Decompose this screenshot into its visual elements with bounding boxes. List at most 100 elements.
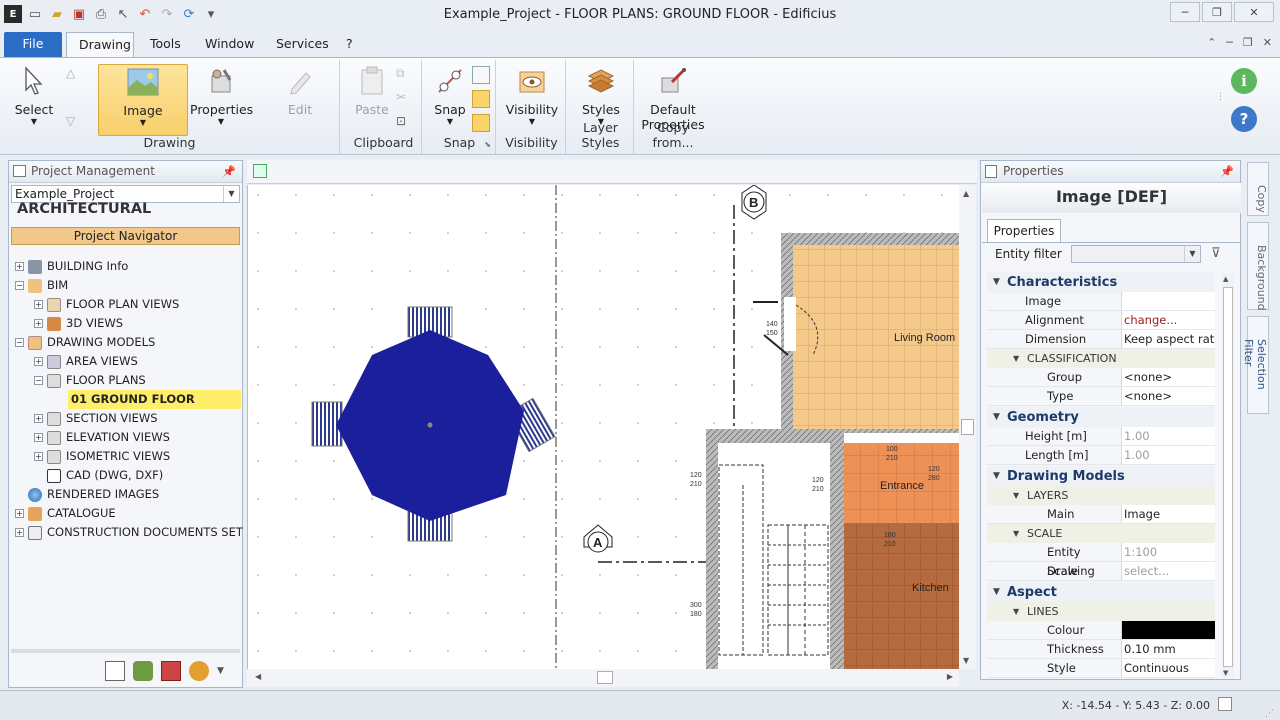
section-marker-b[interactable]: B bbox=[741, 184, 767, 220]
tab-tools[interactable]: Tools bbox=[138, 32, 193, 58]
properties-dropdown-icon[interactable]: ▼ bbox=[190, 117, 252, 126]
prop-main[interactable]: Main Image bbox=[987, 505, 1215, 524]
collapse-icon[interactable]: − bbox=[34, 376, 43, 385]
drawing-canvas[interactable]: Living Room Entrance Kitchen 140 150 120… bbox=[247, 184, 960, 669]
cad-tool-icon[interactable] bbox=[105, 661, 125, 681]
resize-grip-icon[interactable]: ⋰ bbox=[1265, 709, 1274, 719]
visibility-button[interactable]: Visibility ▼ bbox=[504, 64, 560, 126]
subcategory-lines[interactable]: ▼ LINES bbox=[987, 602, 1215, 621]
expand-icon[interactable]: + bbox=[34, 357, 43, 366]
tree-tool-icon[interactable] bbox=[133, 661, 153, 681]
visibility-dropdown-icon[interactable]: ▼ bbox=[504, 117, 560, 126]
scroll-up-icon[interactable]: ▲ bbox=[1223, 275, 1228, 283]
tab-drawing[interactable]: Drawing bbox=[66, 32, 134, 58]
prop-length[interactable]: Length [m] 1.00 bbox=[987, 446, 1215, 465]
prop-entity-drawing[interactable]: Entity Drawing 1:100 bbox=[987, 543, 1215, 578]
tree-item-isometric-views[interactable]: + ISOMETRIC VIEWS bbox=[34, 447, 170, 466]
tab-help[interactable]: ? bbox=[334, 32, 365, 58]
prop-colour[interactable]: Colour bbox=[987, 621, 1215, 640]
snap-button[interactable]: Snap ▼ bbox=[428, 64, 472, 126]
tree-item-bim[interactable]: − BIM bbox=[15, 276, 68, 295]
image-dropdown-icon[interactable]: ▼ bbox=[99, 118, 187, 127]
tree-item-3d-views[interactable]: + 3D VIEWS bbox=[34, 314, 123, 333]
image-button[interactable]: Image ▼ bbox=[98, 64, 188, 136]
paste-button[interactable]: Paste bbox=[350, 64, 394, 117]
doc-minimize-icon[interactable]: ─ bbox=[1226, 36, 1233, 49]
help-icon[interactable]: ? bbox=[1231, 106, 1257, 132]
subcategory-layers[interactable]: ▼ LAYERS bbox=[987, 486, 1215, 505]
expand-icon[interactable]: + bbox=[15, 262, 24, 271]
expand-icon[interactable]: + bbox=[34, 452, 43, 461]
tree-item-floor-plans[interactable]: − FLOOR PLANS bbox=[34, 371, 146, 390]
edit-button[interactable]: Edit bbox=[272, 64, 328, 117]
tree-item-ground-floor[interactable]: 01 GROUND FLOOR bbox=[68, 390, 241, 409]
chevron-down-icon[interactable]: ▼ bbox=[223, 186, 239, 202]
prop-type[interactable]: Type <none> bbox=[987, 387, 1215, 406]
info-icon[interactable]: i bbox=[1231, 68, 1257, 94]
prop-image[interactable]: Image bbox=[987, 292, 1215, 311]
arrow-up-icon[interactable]: △ bbox=[66, 66, 84, 84]
tab-services[interactable]: Services bbox=[264, 32, 341, 58]
expand-icon[interactable]: + bbox=[15, 509, 24, 518]
snap-options-icon[interactable]: ⬊ bbox=[484, 140, 491, 149]
scroll-up-icon[interactable]: ▲ bbox=[963, 189, 969, 198]
category-geometry[interactable]: ▼ Geometry bbox=[987, 407, 1215, 428]
expand-icon[interactable]: + bbox=[34, 433, 43, 442]
doc-restore-icon[interactable]: ❐ bbox=[1243, 36, 1253, 49]
tree-item-drawing-models[interactable]: − DRAWING MODELS bbox=[15, 333, 155, 352]
collapse-ribbon-icon[interactable]: ⌃ bbox=[1207, 36, 1216, 49]
vscroll-thumb[interactable] bbox=[961, 419, 974, 435]
category-aspect[interactable]: ▼ Aspect bbox=[987, 582, 1215, 603]
tree-item-section-views[interactable]: + SECTION VIEWS bbox=[34, 409, 158, 428]
tab-properties[interactable]: Properties bbox=[987, 219, 1061, 243]
tab-file[interactable]: File bbox=[4, 32, 62, 58]
properties-vscroll[interactable]: ▲ ▼ bbox=[1222, 273, 1234, 677]
category-characteristics[interactable]: ▼ Characteristics bbox=[987, 272, 1215, 293]
prop-thickness[interactable]: Thickness 0.10 mm bbox=[987, 640, 1215, 659]
collapse-icon[interactable]: − bbox=[15, 281, 24, 290]
tree-item-catalogue[interactable]: + CATALOGUE bbox=[15, 504, 116, 523]
panel-hscroll[interactable] bbox=[11, 649, 240, 653]
settings-gear-icon[interactable] bbox=[189, 661, 209, 681]
snap-line-icon[interactable] bbox=[472, 90, 490, 108]
expand-icon[interactable]: + bbox=[34, 319, 43, 328]
tree-item-rendered-images[interactable]: RENDERED IMAGES bbox=[28, 485, 159, 504]
snap-dropdown-icon[interactable]: ▼ bbox=[428, 117, 472, 126]
maximize-button[interactable]: ❐ bbox=[1202, 2, 1232, 22]
subcategory-classification[interactable]: ▼ CLASSIFICATION bbox=[987, 349, 1215, 368]
colour-swatch[interactable] bbox=[1121, 621, 1215, 639]
prop-scale-visibility[interactable]: Scale visibilityselect... bbox=[987, 562, 1215, 597]
tree-item-construction-documents[interactable]: + CONSTRUCTION DOCUMENTS SET bbox=[15, 523, 243, 542]
properties-button[interactable]: Properties ▼ bbox=[190, 64, 253, 126]
pin-icon[interactable]: 📌 bbox=[222, 161, 236, 182]
arrow-down-icon[interactable]: ▽ bbox=[66, 114, 84, 132]
prop-group[interactable]: Group <none> bbox=[987, 368, 1215, 387]
pin-icon[interactable]: 📌 bbox=[1220, 161, 1234, 182]
select-button[interactable]: Select ▼ bbox=[8, 64, 60, 126]
scroll-down-icon[interactable]: ▼ bbox=[1223, 669, 1228, 677]
subcategory-scale[interactable]: ▼ SCALE bbox=[987, 524, 1215, 543]
side-tab-copy[interactable]: Copy bbox=[1247, 162, 1269, 216]
category-drawing-models[interactable]: ▼ Drawing Models bbox=[987, 466, 1215, 487]
expand-icon[interactable]: + bbox=[34, 414, 43, 423]
tree-item-area-views[interactable]: + AREA VIEWS bbox=[34, 352, 138, 371]
side-tab-selection-filter[interactable]: Selection Filter bbox=[1242, 316, 1269, 414]
scroll-right-icon[interactable]: ▶ bbox=[947, 672, 953, 681]
status-grid-icon[interactable] bbox=[1218, 697, 1232, 711]
cut-icon[interactable]: ✂ bbox=[396, 90, 414, 108]
entity-filter-combo[interactable]: ▼ bbox=[1071, 245, 1201, 263]
tab-window[interactable]: Window bbox=[193, 32, 266, 58]
export-tool-icon[interactable] bbox=[161, 661, 181, 681]
hscroll-thumb[interactable] bbox=[597, 671, 613, 684]
close-button[interactable]: ✕ bbox=[1234, 2, 1274, 22]
scroll-down-icon[interactable]: ▼ bbox=[963, 656, 969, 665]
filter-icon[interactable]: ⊽ bbox=[1211, 246, 1221, 261]
toolbar-more-icon[interactable]: ▼ bbox=[217, 661, 224, 681]
side-tab-background[interactable]: Background bbox=[1247, 222, 1269, 311]
canvas-vscroll[interactable]: ▲ ▼ bbox=[959, 185, 976, 669]
project-navigator-button[interactable]: Project Navigator bbox=[11, 227, 240, 245]
expand-icon[interactable]: + bbox=[34, 300, 43, 309]
doc-close-icon[interactable]: ✕ bbox=[1263, 36, 1272, 49]
view-options-icon[interactable] bbox=[253, 164, 267, 178]
chevron-down-icon[interactable]: ▼ bbox=[1184, 246, 1200, 262]
